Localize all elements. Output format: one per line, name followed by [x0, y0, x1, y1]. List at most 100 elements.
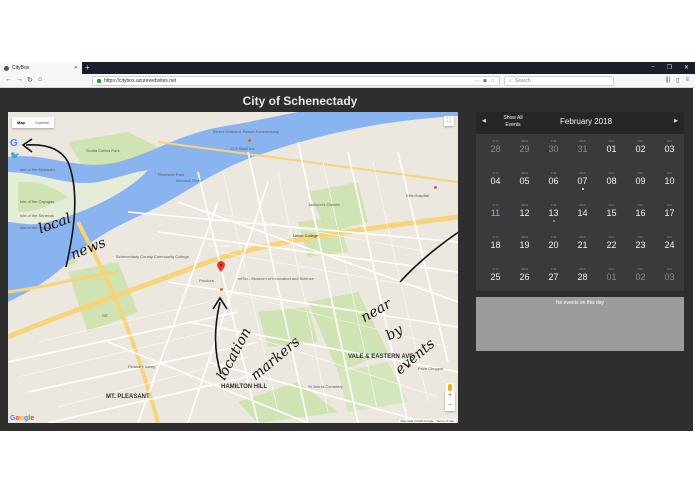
day-number: 11 [490, 208, 501, 218]
calendar-day[interactable]: FRI 09 [630, 168, 651, 194]
day-number: 23 [635, 240, 646, 250]
calendar-day[interactable]: SAT 24 [659, 232, 680, 258]
day-number: 25 [490, 272, 501, 282]
calendar-day[interactable]: MON 29 [514, 136, 535, 162]
calendar-day[interactable]: TUE 06 [543, 168, 564, 194]
new-tab-button[interactable]: + [85, 63, 90, 72]
page-content: City of Schenectady Map Satellite ⛶ G 🐦 … [0, 88, 693, 431]
calendar-day[interactable]: WED 28 [572, 264, 593, 290]
zoom-out-button[interactable]: − [445, 401, 455, 411]
search-icon: ⌕ [509, 78, 512, 84]
calendar-day[interactable]: WED 07 [572, 168, 593, 194]
day-number: 28 [490, 144, 501, 154]
library-icon[interactable]: ||| [665, 77, 670, 84]
day-number: 29 [519, 144, 530, 154]
sidebar-icon[interactable]: ▯ [676, 77, 679, 84]
search-bar[interactable]: ⌕ Search [504, 76, 614, 86]
calendar-day[interactable]: TUE 27 [543, 264, 564, 290]
day-number: 02 [635, 272, 646, 282]
tab-close-icon[interactable]: ✕ [74, 65, 78, 71]
calendar-day[interactable]: SUN 04 [485, 168, 506, 194]
calendar-day[interactable]: FRI 23 [630, 232, 651, 258]
calendar-day[interactable]: SAT 03 [659, 264, 680, 290]
day-number: 10 [664, 176, 675, 186]
zoom-in-button[interactable]: + [445, 391, 455, 401]
favicon-icon [4, 65, 9, 71]
calendar-day[interactable]: THU 15 [601, 200, 622, 226]
day-number: 01 [606, 144, 617, 154]
calendar-day[interactable]: MON 05 [514, 168, 535, 194]
calendar-day[interactable]: MON 12 [514, 200, 535, 226]
events-panel: No events on this day [476, 297, 684, 351]
calendar-day[interactable]: TUE 30 [543, 136, 564, 162]
calendar-day[interactable]: FRI 02 [630, 264, 651, 290]
map[interactable]: Map Satellite ⛶ G 🐦 Isle of the Mohawks … [8, 112, 458, 423]
tab-citybox[interactable]: CityBox ✕ [0, 62, 82, 74]
day-number: 16 [635, 208, 646, 218]
event-dot-icon [581, 188, 584, 190]
tab-strip: CityBox ✕ + – ❐ ✕ [0, 62, 695, 74]
event-dot-icon [552, 220, 555, 222]
home-icon[interactable]: ⌂ [38, 76, 42, 83]
lock-icon [97, 79, 101, 83]
calendar-day[interactable]: SAT 10 [659, 168, 680, 194]
day-number: 21 [577, 240, 588, 250]
day-number: 03 [664, 144, 675, 154]
window-close-icon[interactable]: ✕ [684, 64, 689, 71]
calendar-day[interactable]: FRI 02 [630, 136, 651, 162]
day-number: 19 [519, 240, 530, 250]
calendar-day[interactable]: THU 01 [601, 264, 622, 290]
google-logo: Google [10, 415, 35, 422]
calendar-day[interactable]: THU 08 [601, 168, 622, 194]
url-actions: ··· ◙ ☆ [474, 78, 495, 84]
day-number: 15 [606, 208, 617, 218]
next-month-icon[interactable]: ▶ [674, 118, 678, 124]
calendar-day[interactable]: SUN 25 [485, 264, 506, 290]
minimize-icon[interactable]: – [651, 64, 654, 71]
day-number: 09 [635, 176, 646, 186]
map-data-credit: Map data ©2018 Google [400, 419, 434, 423]
calendar-day[interactable]: FRI 16 [630, 200, 651, 226]
calendar-day[interactable]: WED 21 [572, 232, 593, 258]
calendar-day[interactable]: MON 26 [514, 264, 535, 290]
calendar-day[interactable]: THU 22 [601, 232, 622, 258]
more-icon[interactable]: ··· [474, 78, 479, 84]
pocket-icon[interactable]: ◙ [483, 78, 486, 84]
day-number: 05 [519, 176, 530, 186]
calendar-day[interactable]: SUN 18 [485, 232, 506, 258]
day-number: 27 [548, 272, 559, 282]
address-bar[interactable]: https://citybox.azurewebsites.net ··· ◙ … [92, 76, 500, 86]
day-number: 08 [606, 176, 617, 186]
day-number: 14 [577, 208, 588, 218]
calendar-day[interactable]: SAT 03 [659, 136, 680, 162]
day-number: 03 [664, 272, 675, 282]
reload-icon[interactable]: ↻ [27, 76, 33, 84]
calendar-day[interactable]: SUN 28 [485, 136, 506, 162]
day-number: 20 [548, 240, 559, 250]
screenshot: CityBox ✕ + – ❐ ✕ ← → ↻ ⌂ https://citybo… [0, 0, 695, 494]
calendar-day[interactable]: MON 19 [514, 232, 535, 258]
bookmark-star-icon[interactable]: ☆ [491, 78, 495, 84]
prev-month-icon[interactable]: ◀ [482, 118, 486, 124]
tab-title: CityBox [12, 65, 30, 71]
calendar-day[interactable]: THU 01 [601, 136, 622, 162]
menu-icon[interactable]: ≡ [685, 77, 689, 84]
terms-link[interactable]: Terms of Use [436, 419, 454, 423]
show-all-events-button[interactable]: Show All Events [498, 115, 528, 129]
maximize-icon[interactable]: ❐ [667, 64, 672, 71]
day-number: 07 [577, 176, 588, 186]
day-number: 28 [577, 272, 588, 282]
forward-icon[interactable]: → [16, 76, 23, 83]
back-icon[interactable]: ← [5, 76, 12, 83]
calendar-day[interactable]: SAT 17 [659, 200, 680, 226]
day-number: 18 [490, 240, 501, 250]
calendar-day[interactable]: WED 31 [572, 136, 593, 162]
day-number: 30 [548, 144, 559, 154]
calendar-day[interactable]: TUE 13 [543, 200, 564, 226]
page-title: City of Schenectady [242, 94, 358, 108]
calendar-day[interactable]: TUE 20 [543, 232, 564, 258]
day-number: 22 [606, 240, 617, 250]
day-number: 01 [606, 272, 617, 282]
calendar-day[interactable]: WED 14 [572, 200, 593, 226]
calendar-day[interactable]: SUN 11 [485, 200, 506, 226]
